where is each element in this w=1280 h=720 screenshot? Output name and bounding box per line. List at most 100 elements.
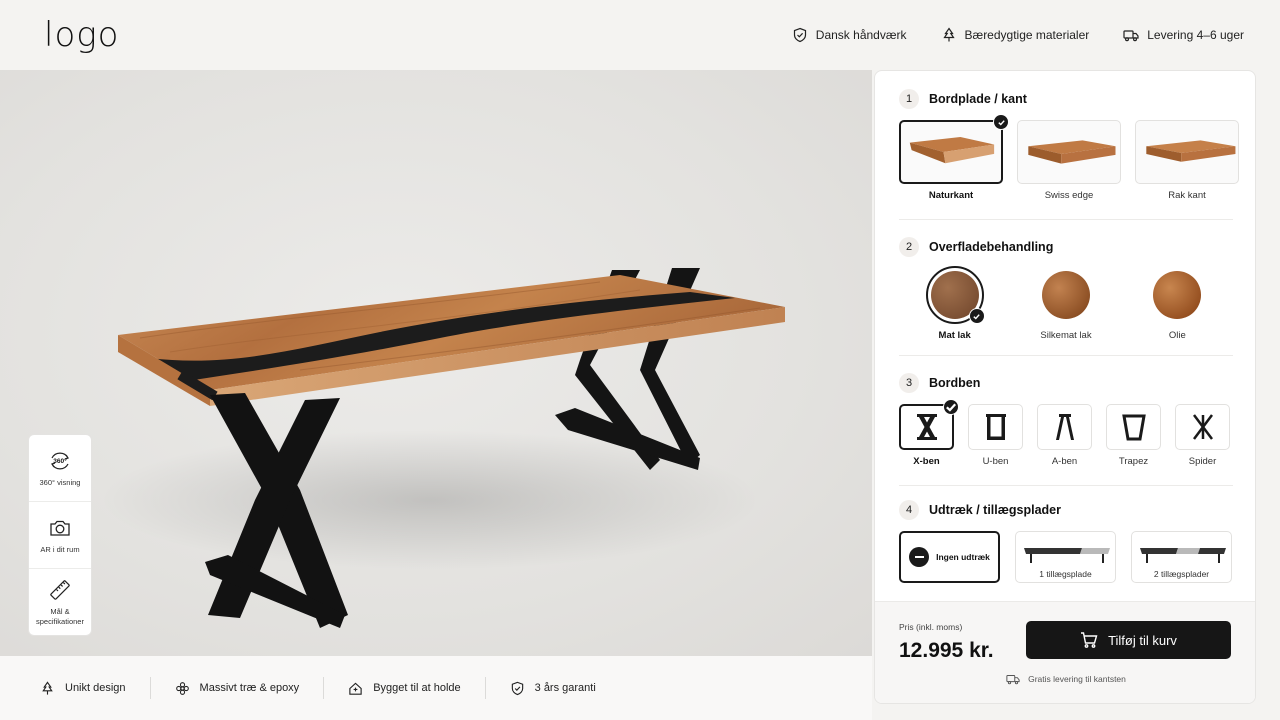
color-swatch <box>1153 271 1202 319</box>
rotate-360-icon: 360° <box>51 452 69 470</box>
usp-label: Dansk håndværk <box>815 28 907 42</box>
section-header: 1 Bordplade / kant <box>899 88 1233 110</box>
swatch-ring <box>1037 266 1095 324</box>
edge-thumbnail <box>1135 120 1239 184</box>
option-label: Mat lak <box>938 330 971 341</box>
edge-option-swiss[interactable]: Swiss edge <box>1017 120 1121 201</box>
step-number: 2 <box>899 237 919 257</box>
option-label: 2 tillægsplader <box>1153 569 1210 579</box>
option-label: Swiss edge <box>1044 190 1094 201</box>
finish-option-mat-lak[interactable]: Mat lak <box>907 266 1003 341</box>
leg-option-u[interactable]: U-ben <box>968 404 1023 467</box>
feature-label: Unikt design <box>65 682 126 694</box>
leg-thumbnail <box>1037 404 1092 450</box>
spider-leg-icon <box>1192 414 1213 440</box>
feature-label: Bygget til at holde <box>373 682 461 694</box>
section-finish: 2 Overfladebehandling Mat lak Silkemat l… <box>899 236 1233 341</box>
viewer-tools: 360° 360° visning AR i dit rum Mål & spe… <box>28 434 92 636</box>
extension-option-two[interactable]: 2 tillægsplader <box>1131 531 1232 583</box>
leg-options: X-ben U-ben A-ben Trapez Spider <box>899 399 1230 467</box>
table-render[interactable] <box>0 70 872 656</box>
feature-material: Massivt træ & epoxy <box>149 677 324 699</box>
edge-option-rak[interactable]: Rak kant <box>1135 120 1239 201</box>
selected-check-icon <box>943 399 959 415</box>
logo[interactable]: logo <box>44 15 119 55</box>
usp-label: Levering 4–6 uger <box>1147 28 1244 42</box>
extension-option-none[interactable]: Ingen udtræk <box>899 531 1000 583</box>
selected-check-icon <box>968 308 985 324</box>
slab-thumbnail <box>909 137 995 164</box>
feature-warranty: 3 års garanti <box>484 677 620 699</box>
option-label: Trapez <box>1118 456 1149 467</box>
finish-option-silkemat[interactable]: Silkemat lak <box>1018 266 1114 341</box>
tree-icon <box>942 27 955 42</box>
step-number: 3 <box>899 373 919 393</box>
table-one-leaf-icon <box>1024 548 1110 563</box>
usp-list: Dansk håndværk Bæredygtige materialer Le… <box>792 27 1244 43</box>
option-label: Rak kant <box>1168 190 1206 201</box>
site-header: logo Dansk håndværk Bæredygtige material… <box>0 0 1280 70</box>
product-viewer[interactable]: 360° 360° visning AR i dit rum Mål & spe… <box>0 70 872 656</box>
price-value: 12.995 kr. <box>899 639 994 662</box>
swatch-ring <box>1148 266 1206 324</box>
finish-options: Mat lak Silkemat lak Olie <box>899 266 1233 341</box>
shipping-note: Gratis levering til kantsten <box>875 672 1255 686</box>
shield-check-icon <box>511 681 523 695</box>
section-title: Bordplade / kant <box>929 92 1027 106</box>
house-icon <box>349 682 362 695</box>
feature-label: Massivt træ & epoxy <box>199 682 300 694</box>
x-leg-icon <box>916 414 937 440</box>
svg-text:360°: 360° <box>53 457 67 465</box>
leg-option-spider[interactable]: Spider <box>1175 404 1230 467</box>
section-edge: 1 Bordplade / kant Naturkant Swiss edge … <box>899 88 1239 201</box>
finish-option-olie[interactable]: Olie <box>1129 266 1225 341</box>
leg-option-trapez[interactable]: Trapez <box>1106 404 1161 467</box>
option-label: Spider <box>1188 456 1217 467</box>
section-header: 2 Overfladebehandling <box>899 236 1233 258</box>
option-label: 1 tillægsplade <box>1039 569 1092 579</box>
ar-button[interactable]: AR i dit rum <box>29 502 91 569</box>
view-360-button[interactable]: 360° 360° visning <box>29 435 91 502</box>
trapez-leg-icon <box>1121 414 1146 441</box>
section-header: 4 Udtræk / tillægsplader <box>899 499 1233 521</box>
option-label: Ingen udtræk <box>936 552 990 562</box>
option-label: Naturkant <box>928 190 974 201</box>
usp-delivery: Levering 4–6 uger <box>1123 27 1244 43</box>
a-leg-icon <box>1055 414 1074 440</box>
tree-icon <box>42 680 53 695</box>
section-extensions: 4 Udtræk / tillægsplader Ingen udtræk 1 … <box>899 499 1233 583</box>
camera-icon <box>50 520 70 536</box>
feature-bar: Unikt design Massivt træ & epoxy Bygget … <box>0 656 872 720</box>
edge-thumbnail <box>1017 120 1121 184</box>
shipping-note-label: Gratis levering til kantsten <box>1028 674 1126 684</box>
u-leg-icon <box>985 414 1006 440</box>
section-divider <box>899 355 1233 356</box>
option-label: U-ben <box>982 456 1009 467</box>
extension-option-one[interactable]: 1 tillægsplade <box>1015 531 1116 583</box>
add-to-cart-button[interactable]: Tilføj til kurv <box>1026 621 1231 659</box>
checkout-area: Pris (inkl. moms) 12.995 kr. Tilføj til … <box>875 601 1255 703</box>
step-number: 4 <box>899 500 919 520</box>
specs-button[interactable]: Mål & specifikationer <box>29 569 91 635</box>
feature-durable: Bygget til at holde <box>323 677 484 699</box>
tool-label: AR i dit rum <box>40 544 80 554</box>
edge-thumbnail <box>899 114 1009 184</box>
section-header: 3 Bordben <box>899 372 1233 394</box>
tabletop <box>118 275 785 406</box>
option-label: Silkemat lak <box>1040 330 1092 341</box>
edge-options: Naturkant Swiss edge Rak kant <box>899 114 1239 201</box>
usp-craft: Dansk håndværk <box>792 27 907 43</box>
ruler-icon <box>50 580 70 600</box>
shield-check-icon <box>793 27 806 43</box>
feature-label: 3 års garanti <box>534 682 596 694</box>
leg-thumbnail <box>1106 404 1161 450</box>
leg-option-x[interactable]: X-ben <box>899 399 959 467</box>
leg-option-a[interactable]: A-ben <box>1037 404 1092 467</box>
selected-check-icon <box>993 114 1009 130</box>
section-divider <box>899 485 1233 486</box>
extension-options: Ingen udtræk 1 tillægsplade 2 tillægspla… <box>899 531 1232 583</box>
slab-thumbnail <box>1028 140 1116 164</box>
minus-circle-icon <box>909 547 930 567</box>
edge-option-naturkant[interactable]: Naturkant <box>899 114 1009 201</box>
section-title: Overfladebehandling <box>929 240 1054 254</box>
